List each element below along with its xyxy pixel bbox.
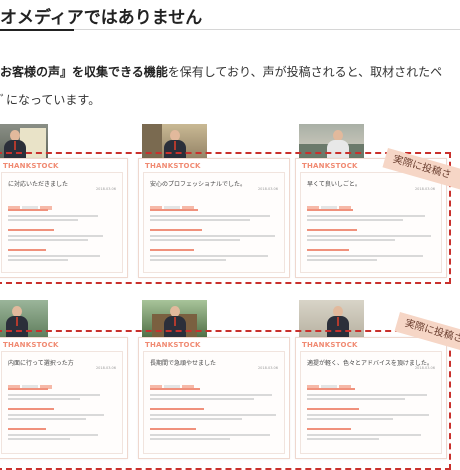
lead-paragraph: お客様の声』を収集できる機能を保有しており、声が投稿されると、取材されたペ ﾞに… xyxy=(0,58,460,114)
highlight-frame xyxy=(0,330,451,470)
heading-accent-bar xyxy=(0,29,74,31)
lead-text: を保有しており、声が投稿されると、取材されたペ xyxy=(167,65,443,79)
lead-text-line2: ﾞになっています。 xyxy=(0,93,101,107)
lead-bold-text: お客様の声』を収集できる機能 xyxy=(0,65,168,79)
highlight-frame xyxy=(0,152,451,284)
section-heading: オメディアではありません xyxy=(0,8,203,28)
